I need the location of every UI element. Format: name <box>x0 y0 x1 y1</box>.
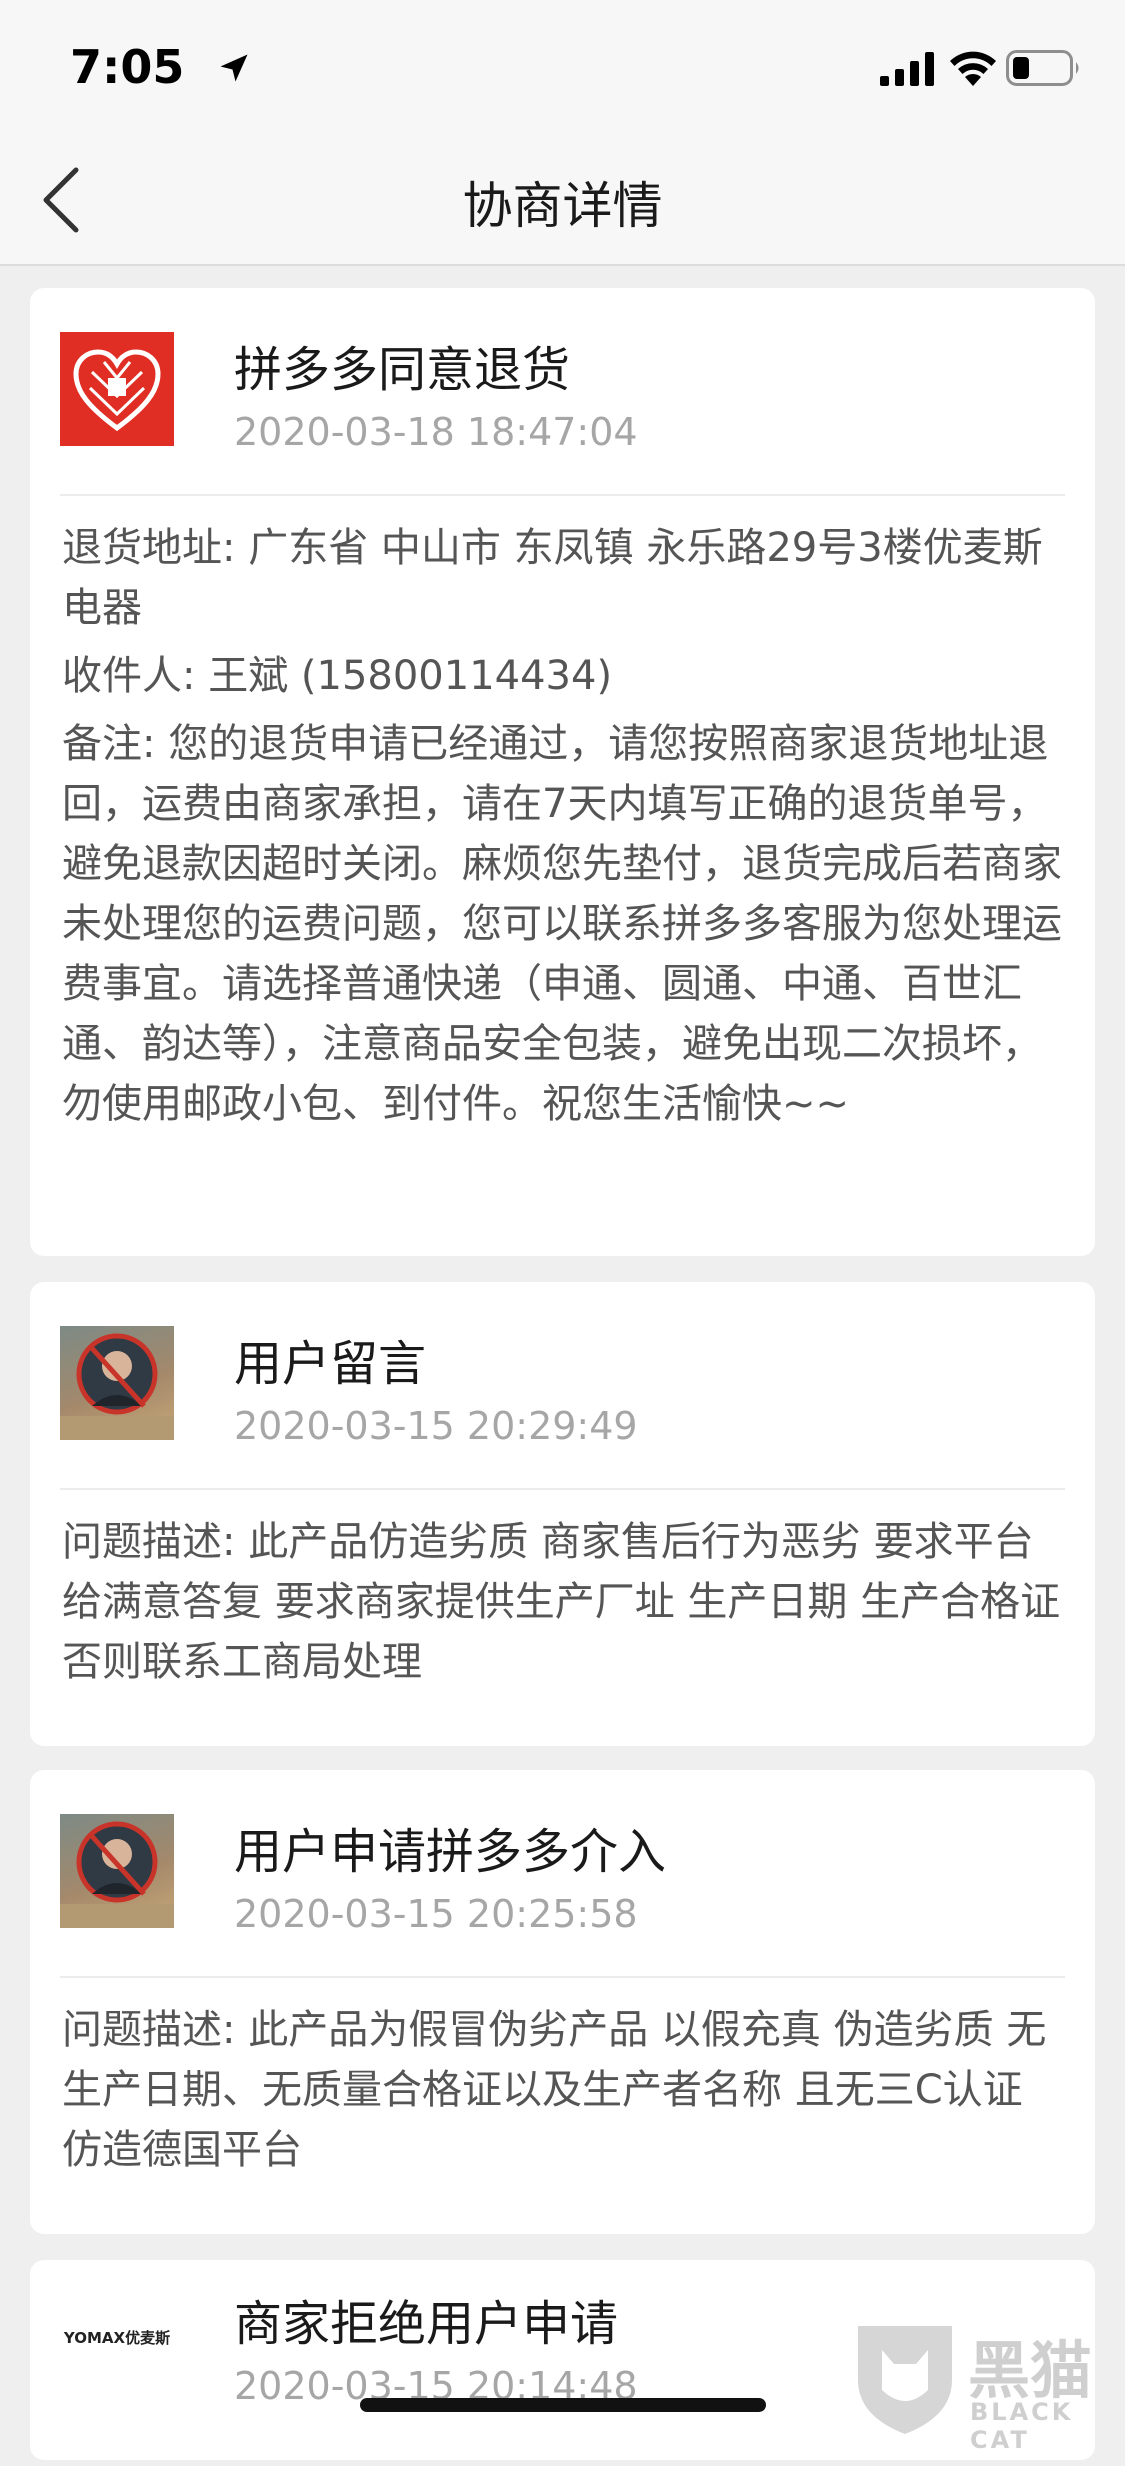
card-title: 商家拒绝用户申请 <box>234 2296 619 2352</box>
card-header: 用户留言 2020-03-15 20:29:49 <box>60 1282 1065 1490</box>
card-title: 用户申请拼多多介入 <box>234 1824 667 1880</box>
card-header: 拼多多同意退货 2020-03-18 18:47:04 <box>60 288 1065 496</box>
watermark: 黑猫 BLACK CAT <box>850 2320 1125 2454</box>
black-cat-shield-icon <box>858 2326 952 2434</box>
yomax-logo: YOMAX优麦斯 <box>63 2328 171 2347</box>
card-user-message: 用户留言 2020-03-15 20:29:49 问题描述: 此产品仿造劣质 商… <box>30 1282 1095 1746</box>
card-body: 退货地址: 广东省 中山市 东凤镇 永乐路29号3楼优麦斯电器 收件人: 王斌 … <box>30 496 1095 1164</box>
user-avatar <box>60 1326 174 1440</box>
card-timestamp: 2020-03-15 20:25:58 <box>234 1892 638 1936</box>
return-address: 退货地址: 广东省 中山市 东凤镇 永乐路29号3楼优麦斯电器 <box>62 525 1043 631</box>
status-bar: 7:05 <box>0 0 1125 130</box>
navigation-bar: 协商详情 <box>0 130 1125 266</box>
card-merchant-agree-return: 拼多多同意退货 2020-03-18 18:47:04 退货地址: 广东省 中山… <box>30 288 1095 1256</box>
watermark-text: 黑猫 <box>968 2334 1093 2407</box>
problem-description: 问题描述: 此产品仿造劣质 商家售后行为恶劣 要求平台给满意答复 要求商家提供生… <box>62 1519 1061 1685</box>
remark: 备注: 您的退货申请已经通过，请您按照商家退货地址退回，运费由商家承担，请在7天… <box>62 721 1062 1127</box>
wifi-icon <box>950 51 996 86</box>
card-body: 问题描述: 此产品为假冒伪劣产品 以假充真 伪造劣质 无生产日期、无质量合格证以… <box>30 1978 1095 2210</box>
card-title: 拼多多同意退货 <box>234 342 571 398</box>
user-avatar <box>60 1814 174 1928</box>
pinduoduo-heart-icon <box>73 349 161 432</box>
problem-description: 问题描述: 此产品为假冒伪劣产品 以假充真 伪造劣质 无生产日期、无质量合格证以… <box>62 2007 1047 2173</box>
avatar-photo-icon <box>60 1333 174 1440</box>
location-arrow-icon <box>220 54 248 82</box>
card-body: 问题描述: 此产品仿造劣质 商家售后行为恶劣 要求平台给满意答复 要求商家提供生… <box>30 1490 1095 1722</box>
avatar-photo-icon <box>60 1821 174 1928</box>
home-indicator[interactable] <box>360 2398 766 2412</box>
watermark-subtext: BLACK CAT <box>970 2398 1074 2454</box>
recipient: 收件人: 王斌 (15800114434) <box>62 653 613 699</box>
page-title: 协商详情 <box>462 177 663 235</box>
card-title: 用户留言 <box>234 1336 427 1392</box>
card-timestamp: 2020-03-18 18:47:04 <box>234 410 638 454</box>
battery-icon <box>1006 50 1079 86</box>
pinduoduo-logo <box>60 332 174 446</box>
card-timestamp: 2020-03-15 20:29:49 <box>234 1404 638 1448</box>
card-user-request-intervention: 用户申请拼多多介入 2020-03-15 20:25:58 问题描述: 此产品为… <box>30 1770 1095 2234</box>
card-header: 用户申请拼多多介入 2020-03-15 20:25:58 <box>60 1770 1065 1978</box>
cellular-signal-icon <box>880 52 934 86</box>
status-time: 7:05 <box>70 40 185 94</box>
